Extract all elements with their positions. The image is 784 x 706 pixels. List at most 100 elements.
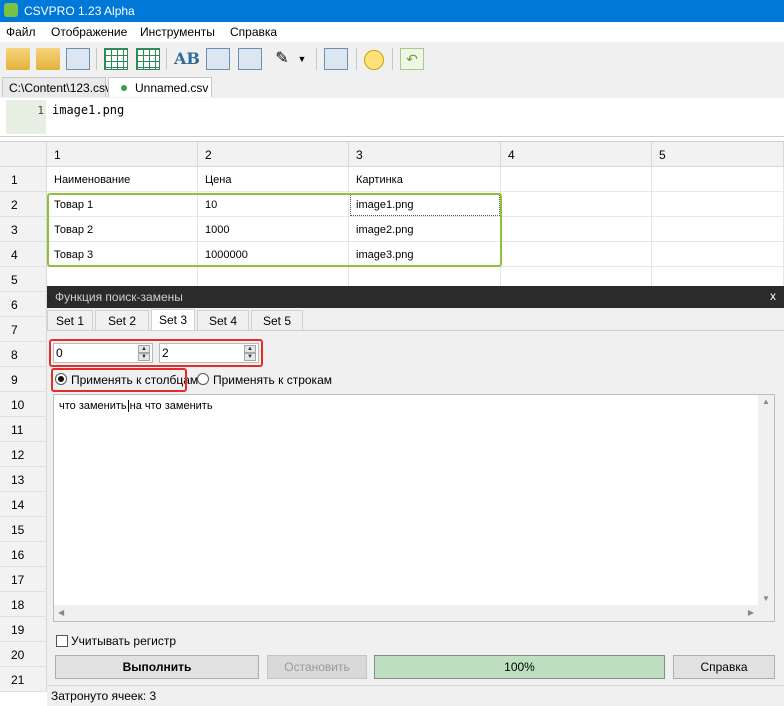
lightbulb-icon[interactable] <box>364 50 384 70</box>
row-number[interactable]: 3 <box>0 217 47 242</box>
column-header[interactable]: 2 <box>198 142 349 167</box>
table-icon[interactable] <box>104 48 128 70</box>
table-cell[interactable]: Цена <box>198 167 349 192</box>
scroll-right-icon[interactable]: ▶ <box>748 608 754 617</box>
cell-editor[interactable]: 1 image1.png <box>0 98 784 137</box>
table-cell[interactable]: 10 <box>198 192 349 217</box>
to-number-stepper[interactable]: ▲ ▼ <box>159 343 259 363</box>
tab-file-123[interactable]: C:\Content\123.csv <box>2 77 111 97</box>
row-number[interactable]: 20 <box>0 642 47 667</box>
table-cell[interactable] <box>652 217 784 242</box>
row-number[interactable]: 13 <box>0 467 47 492</box>
row-number[interactable]: 10 <box>0 392 47 417</box>
table-cell-selected[interactable]: image1.png <box>349 192 501 217</box>
undo-icon[interactable]: ↶ <box>400 48 424 70</box>
radio-apply-rows[interactable]: Применять к строкам <box>197 372 332 388</box>
cell-editor-text[interactable]: image1.png <box>52 103 124 117</box>
stepper-arrows[interactable]: ▲ ▼ <box>244 345 256 361</box>
radio-selected-icon[interactable] <box>55 373 67 385</box>
column-header[interactable]: 5 <box>652 142 784 167</box>
case-sensitive-checkbox[interactable] <box>56 635 68 647</box>
scroll-up-icon[interactable]: ▲ <box>762 397 770 406</box>
row-number[interactable]: 19 <box>0 617 47 642</box>
row-number[interactable]: 7 <box>0 317 47 342</box>
table-cell[interactable] <box>501 242 652 267</box>
table-cell[interactable] <box>652 242 784 267</box>
stop-button[interactable]: Остановить <box>267 655 367 679</box>
from-number-stepper[interactable]: ▲ ▼ <box>53 343 153 363</box>
column-header[interactable]: 3 <box>349 142 501 167</box>
save-folder-icon[interactable] <box>36 48 60 70</box>
row-number[interactable]: 17 <box>0 567 47 592</box>
column-header[interactable]: 1 <box>47 142 198 167</box>
row-number[interactable]: 12 <box>0 442 47 467</box>
horizontal-scrollbar[interactable]: ◀ ▶ <box>54 605 758 621</box>
row-number[interactable]: 14 <box>0 492 47 517</box>
help-button[interactable]: Справка <box>673 655 775 679</box>
table-cell[interactable]: image2.png <box>349 217 501 242</box>
column-header[interactable]: 4 <box>501 142 652 167</box>
from-number-input[interactable] <box>56 346 116 360</box>
table-cell[interactable]: 1000 <box>198 217 349 242</box>
run-button[interactable]: Выполнить <box>55 655 259 679</box>
table-cell[interactable] <box>652 192 784 217</box>
row-number[interactable]: 1 <box>0 167 47 192</box>
scroll-down-icon[interactable]: ▼ <box>762 594 770 603</box>
replace-rules-textarea[interactable]: что заменить на что заменить ▲ ▼ ◀ ▶ <box>53 394 775 622</box>
tab-set-2[interactable]: Set 2 <box>95 310 149 330</box>
row-number[interactable]: 16 <box>0 542 47 567</box>
vertical-scrollbar[interactable]: ▲ ▼ <box>758 395 774 621</box>
row-number[interactable]: 18 <box>0 592 47 617</box>
row-number[interactable]: 21 <box>0 667 47 692</box>
table-cell[interactable] <box>501 192 652 217</box>
dropdown-arrow-icon[interactable]: ▼ <box>296 48 308 70</box>
stepper-down-icon[interactable]: ▼ <box>138 353 150 361</box>
table-cell[interactable]: Наименование <box>47 167 198 192</box>
table-cell[interactable]: image3.png <box>349 242 501 267</box>
radio-apply-columns[interactable]: Применять к столбцам <box>55 372 198 388</box>
text-ab-icon[interactable]: AB <box>174 48 200 70</box>
image-icon[interactable] <box>206 48 230 70</box>
table-cell[interactable]: Товар 1 <box>47 192 198 217</box>
radio-unselected-icon[interactable] <box>197 373 209 385</box>
row-number[interactable]: 9 <box>0 367 47 392</box>
menu-help[interactable]: Справка <box>230 25 277 39</box>
rows-icon[interactable] <box>238 48 262 70</box>
magic-wand-icon[interactable]: ✎ <box>270 48 294 70</box>
row-number[interactable]: 4 <box>0 242 47 267</box>
row-number[interactable]: 15 <box>0 517 47 542</box>
scroll-left-icon[interactable]: ◀ <box>58 608 64 617</box>
table-cell[interactable] <box>501 217 652 242</box>
table-cell[interactable] <box>652 167 784 192</box>
table-add-icon[interactable] <box>136 48 160 70</box>
close-icon[interactable]: x <box>770 289 776 303</box>
row-number[interactable]: 11 <box>0 417 47 442</box>
tab-set-3[interactable]: Set 3 <box>151 309 195 331</box>
print-icon[interactable] <box>66 48 90 70</box>
to-number-input[interactable] <box>162 346 222 360</box>
tab-set-4[interactable]: Set 4 <box>197 310 249 330</box>
replace-rules-text[interactable]: что заменить на что заменить <box>59 400 213 413</box>
menu-file[interactable]: Файл <box>6 25 36 39</box>
row-number[interactable]: 6 <box>0 292 47 317</box>
chart-icon[interactable] <box>324 48 348 70</box>
table-cell[interactable]: Товар 2 <box>47 217 198 242</box>
table-cell[interactable]: Картинка <box>349 167 501 192</box>
row-number[interactable]: 2 <box>0 192 47 217</box>
table-cell[interactable] <box>501 167 652 192</box>
table-cell[interactable]: Товар 3 <box>47 242 198 267</box>
tab-set-1[interactable]: Set 1 <box>47 310 93 330</box>
tab-set-5[interactable]: Set 5 <box>251 310 303 330</box>
table-cell[interactable]: 1000000 <box>198 242 349 267</box>
stepper-up-icon[interactable]: ▲ <box>138 345 150 353</box>
menu-tools[interactable]: Инструменты <box>140 25 215 39</box>
stepper-up-icon[interactable]: ▲ <box>244 345 256 353</box>
open-folder-icon[interactable] <box>6 48 30 70</box>
tab-file-unnamed[interactable]: Unnamed.csv <box>108 77 212 97</box>
row-number[interactable]: 5 <box>0 267 47 292</box>
search-replace-dialog: Функция поиск-замены x Set 1 Set 2 Set 3… <box>47 286 784 706</box>
stepper-down-icon[interactable]: ▼ <box>244 353 256 361</box>
menu-view[interactable]: Отображение <box>51 25 127 39</box>
row-number[interactable]: 8 <box>0 342 47 367</box>
stepper-arrows[interactable]: ▲ ▼ <box>138 345 150 361</box>
